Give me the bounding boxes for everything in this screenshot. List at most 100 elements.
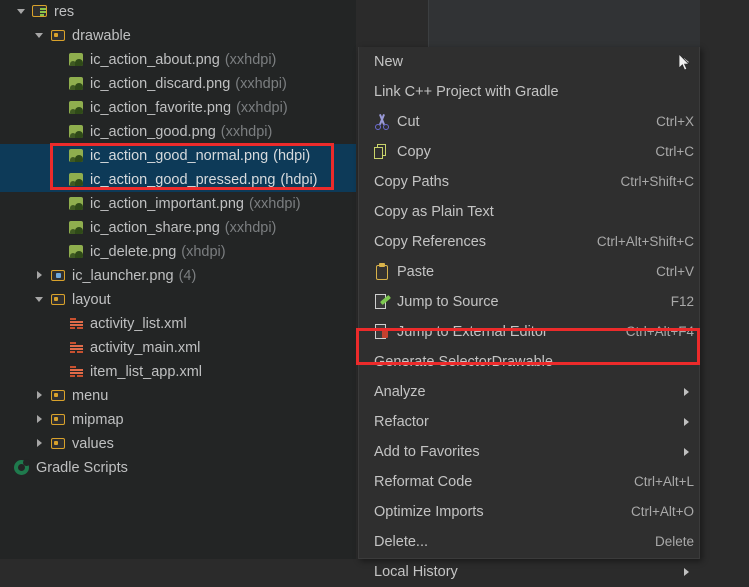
menu-item[interactable]: Paste Ctrl+V	[359, 257, 699, 287]
menu-item[interactable]: Local History	[359, 557, 699, 587]
menu-item-shortcut: Ctrl+V	[656, 264, 694, 279]
tree-row[interactable]: menu	[0, 384, 356, 408]
tree-row-label: values	[72, 436, 114, 452]
tree-row[interactable]: item_list_app.xml	[0, 360, 356, 384]
menu-item[interactable]: Reformat Code Ctrl+Alt+L	[359, 467, 699, 497]
chevron-down-icon[interactable]	[32, 288, 46, 312]
menu-item[interactable]: Generate SelectorDrawable	[359, 347, 699, 377]
jump-to-source-icon	[373, 293, 391, 311]
menu-item-label: New	[374, 54, 404, 70]
tree-row-label: drawable	[72, 28, 131, 44]
tree-row-qualifier: (4)	[178, 268, 197, 284]
tree-row-label: ic_action_good.png	[90, 124, 216, 140]
menu-item[interactable]: Copy References Ctrl+Alt+Shift+C	[359, 227, 699, 257]
chevron-right-icon[interactable]	[32, 384, 46, 408]
tree-row-label: ic_action_good_pressed.png	[90, 172, 276, 188]
menu-item-label: Reformat Code	[374, 474, 473, 490]
menu-item-label: Analyze	[374, 384, 426, 400]
tree-row[interactable]: mipmap	[0, 408, 356, 432]
menu-item-shortcut: Ctrl+Alt+O	[630, 504, 694, 519]
tree-row-label: menu	[72, 388, 109, 404]
tree-row[interactable]: drawable	[0, 24, 356, 48]
tree-row[interactable]: values	[0, 432, 356, 456]
copy-icon	[373, 143, 391, 161]
project-tree-panel[interactable]: res drawable ic_action_about.png (xxhdpi) ic…	[0, 0, 356, 559]
context-menu[interactable]: New Link C++ Project with Gradle Cut Ctrl+X…	[358, 47, 700, 580]
menu-item-shortcut: F12	[670, 294, 694, 309]
menu-item[interactable]: Link C++ Project with Gradle	[359, 77, 699, 107]
tree-row[interactable]: activity_main.xml	[0, 336, 356, 360]
menu-item-label: Link C++ Project with Gradle	[374, 84, 559, 100]
menu-item-shortcut: Ctrl+Alt+Shift+C	[596, 234, 694, 249]
menu-item[interactable]: Copy Ctrl+C	[359, 137, 699, 167]
tree-row-label: Gradle Scripts	[36, 460, 128, 476]
tree-row-label: ic_action_share.png	[90, 220, 220, 236]
menu-item[interactable]: Delete... Delete	[359, 527, 699, 557]
menu-item[interactable]: Optimize Imports Ctrl+Alt+O	[359, 497, 699, 527]
menu-item-shortcut: Ctrl+X	[656, 114, 694, 129]
png-file-icon	[68, 192, 85, 216]
png-file-icon	[68, 168, 85, 192]
chevron-right-icon[interactable]	[32, 264, 46, 288]
right-background-panel	[700, 0, 749, 559]
chevron-right-icon[interactable]	[32, 432, 46, 456]
menu-item-label: Copy References	[374, 234, 487, 250]
menu-item[interactable]: Analyze	[359, 377, 699, 407]
tree-row[interactable]: ic_action_favorite.png (xxhdpi)	[0, 96, 356, 120]
tree-row-qualifier: (xxhdpi)	[224, 52, 277, 68]
submenu-arrow-icon	[684, 418, 689, 426]
tree-row-label: ic_action_good_normal.png	[90, 148, 269, 164]
tree-row[interactable]: Gradle Scripts	[0, 456, 356, 480]
folder-icon	[50, 288, 67, 312]
tree-row[interactable]: ic_action_good.png (xxhdpi)	[0, 120, 356, 144]
tree-row[interactable]: ic_action_good_normal.png (hdpi)	[0, 144, 356, 168]
menu-item-shortcut: Delete	[654, 534, 694, 549]
menu-item-label: Jump to Source	[397, 294, 499, 310]
tree-row[interactable]: ic_launcher.png (4)	[0, 264, 356, 288]
tree-row[interactable]: ic_action_about.png (xxhdpi)	[0, 48, 356, 72]
chevron-down-icon[interactable]	[14, 0, 28, 24]
chevron-right-icon[interactable]	[32, 408, 46, 432]
tree-row[interactable]: ic_action_share.png (xxhdpi)	[0, 216, 356, 240]
tree-row[interactable]: ic_action_important.png (xxhdpi)	[0, 192, 356, 216]
tree-row-label: activity_main.xml	[90, 340, 201, 356]
tree-row[interactable]: activity_list.xml	[0, 312, 356, 336]
tree-row-label: ic_action_about.png	[90, 52, 220, 68]
tree-row-label: activity_list.xml	[90, 316, 187, 332]
png-file-icon	[68, 72, 85, 96]
menu-item-label: Copy Paths	[374, 174, 449, 190]
tree-row[interactable]: layout	[0, 288, 356, 312]
submenu-arrow-icon	[684, 388, 689, 396]
jump-external-icon	[373, 323, 391, 341]
tree-row-label: ic_action_favorite.png	[90, 100, 232, 116]
png-file-icon	[68, 144, 85, 168]
tree-row[interactable]: ic_action_good_pressed.png (hdpi)	[0, 168, 356, 192]
menu-item-label: Optimize Imports	[374, 504, 484, 520]
mouse-cursor-icon	[679, 54, 690, 71]
folder-icon	[50, 384, 67, 408]
tree-row-qualifier: (xxhdpi)	[220, 124, 273, 140]
menu-item[interactable]: Cut Ctrl+X	[359, 107, 699, 137]
folder-icon	[50, 408, 67, 432]
menu-item[interactable]: Jump to External Editor Ctrl+Alt+F4	[359, 317, 699, 347]
tree-row-qualifier: (xxhdpi)	[248, 196, 301, 212]
tree-row-label: ic_action_discard.png	[90, 76, 231, 92]
menu-item[interactable]: New	[359, 47, 699, 77]
tree-row-label: ic_delete.png	[90, 244, 177, 260]
xml-file-icon	[68, 336, 85, 360]
menu-item[interactable]: Copy as Plain Text	[359, 197, 699, 227]
tree-row-label: ic_launcher.png	[72, 268, 174, 284]
tree-row[interactable]: res	[0, 0, 356, 24]
gradle-icon	[14, 456, 31, 480]
tree-row-qualifier: (xxhdpi)	[235, 76, 287, 92]
menu-item-label: Refactor	[374, 414, 429, 430]
tree-row-qualifier: (hdpi)	[280, 172, 318, 188]
chevron-down-icon[interactable]	[32, 24, 46, 48]
tree-row[interactable]: ic_action_discard.png (xxhdpi)	[0, 72, 356, 96]
menu-item[interactable]: Refactor	[359, 407, 699, 437]
tree-row[interactable]: ic_delete.png (xhdpi)	[0, 240, 356, 264]
menu-item[interactable]: Add to Favorites	[359, 437, 699, 467]
menu-item[interactable]: Copy Paths Ctrl+Shift+C	[359, 167, 699, 197]
submenu-arrow-icon	[684, 568, 689, 576]
menu-item[interactable]: Jump to Source F12	[359, 287, 699, 317]
